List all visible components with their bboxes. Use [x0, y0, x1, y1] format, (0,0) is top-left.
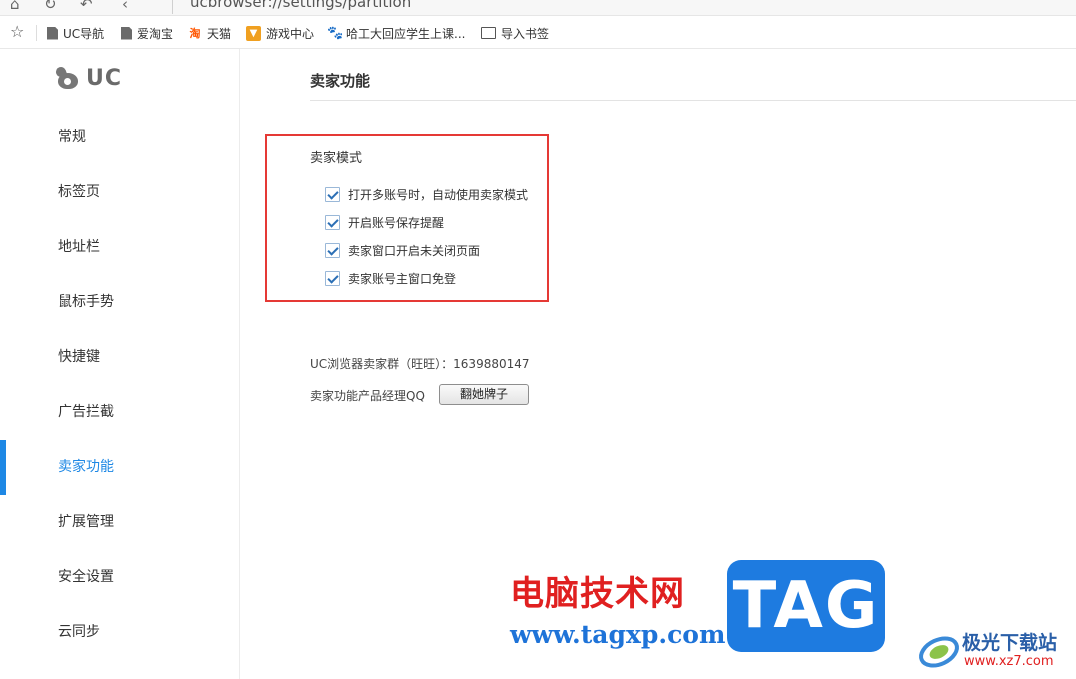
bookmark-tmall[interactable]: 淘 天猫 [188, 24, 232, 42]
bookmark-game-center[interactable]: ▼ 游戏中心 [246, 24, 314, 42]
seller-group-info: UC浏览器卖家群（旺旺）：1639880147 [310, 357, 530, 371]
sidebar-item-security[interactable]: 安全设置 [0, 550, 240, 605]
checkbox-checked[interactable] [325, 186, 340, 202]
bookmark-label: 导入书签 [501, 26, 550, 41]
taobao-icon: 淘 [189, 27, 201, 40]
option-label: 卖家窗口开启未关闭页面 [348, 243, 481, 258]
address-divider [172, 0, 173, 14]
watermark-tag-logo: TAG [727, 560, 885, 652]
import-icon [481, 27, 496, 39]
product-manager-label: 卖家功能产品经理QQ [310, 389, 425, 403]
title-divider [310, 100, 1076, 101]
seller-mode-title: 卖家模式 [310, 151, 363, 166]
bookmark-hit-news[interactable]: 🐾 哈工大回应学生上课... [327, 24, 465, 42]
option-label: 卖家账号主窗口免登 [348, 271, 457, 286]
bookmark-import[interactable]: 导入书签 [481, 24, 549, 42]
sidebar-item-extensions[interactable]: 扩展管理 [0, 495, 240, 550]
settings-sidebar: UC 常规 标签页 地址栏 鼠标手势 快捷键 广告拦截 卖家功能 扩展管理 安全… [0, 49, 240, 679]
bookmarks-divider [36, 25, 37, 41]
flip-button[interactable]: 翻她牌子 [439, 384, 529, 405]
bookmark-label: 游戏中心 [266, 26, 315, 41]
back-icon[interactable]: ‹ [122, 0, 128, 12]
game-icon: ▼ [246, 25, 261, 41]
sidebar-item-general[interactable]: 常规 [0, 110, 240, 165]
logo-text: UC [86, 65, 123, 91]
watermark-site2-url: www.xz7.com [964, 654, 1054, 669]
sidebar-item-cloud-sync[interactable]: 云同步 [0, 605, 240, 660]
watermark-site2-name: 极光下载站 [962, 632, 1058, 654]
url-field[interactable]: ucbrowser://settings/partition [190, 0, 411, 11]
bookmarks-bar: ☆ UC导航 爱淘宝 淘 天猫 ▼ 游戏中心 🐾 哈工大回应学生上课... 导入… [0, 17, 1076, 49]
refresh-icon[interactable]: ↻ [44, 0, 57, 12]
checkbox-checked[interactable] [325, 270, 340, 286]
page-title: 卖家功能 [310, 72, 371, 90]
sidebar-item-shortcuts[interactable]: 快捷键 [0, 330, 240, 385]
undo-icon[interactable]: ↶ [80, 0, 93, 12]
bookmark-label: 哈工大回应学生上课... [346, 26, 466, 41]
sidebar-item-ad-block[interactable]: 广告拦截 [0, 385, 240, 440]
page-icon [121, 26, 132, 40]
address-bar: ⌂ ↻ ↶ ‹ ucbrowser://settings/partition [0, 0, 1076, 16]
sidebar-item-tabs[interactable]: 标签页 [0, 165, 240, 220]
option-label: 开启账号保存提醒 [348, 215, 445, 230]
seller-mode-option-auto[interactable]: 打开多账号时，自动使用卖家模式 [325, 185, 528, 203]
bookmark-label: 爱淘宝 [137, 26, 174, 41]
bookmark-label: 天猫 [207, 26, 232, 41]
bookmark-uc-nav[interactable]: UC导航 [47, 24, 104, 42]
sidebar-item-mouse-gestures[interactable]: 鼠标手势 [0, 275, 240, 330]
aurora-logo-icon [919, 636, 959, 668]
home-icon[interactable]: ⌂ [10, 0, 20, 12]
checkbox-checked[interactable] [325, 242, 340, 258]
baidu-paw-icon: 🐾 [327, 25, 344, 41]
seller-mode-option-save-reminder[interactable]: 开启账号保存提醒 [325, 213, 444, 231]
bookmark-aitaobao[interactable]: 爱淘宝 [121, 24, 173, 42]
watermark-site-url: www.tagxp.com [510, 620, 726, 649]
sidebar-item-address-bar[interactable]: 地址栏 [0, 220, 240, 275]
page-icon [47, 26, 58, 40]
uc-logo: UC [54, 65, 122, 91]
watermark-site-name: 电脑技术网 [510, 574, 685, 614]
sidebar-item-seller[interactable]: 卖家功能 [0, 440, 240, 495]
option-label: 打开多账号时，自动使用卖家模式 [348, 187, 529, 202]
seller-mode-option-no-login[interactable]: 卖家账号主窗口免登 [325, 269, 456, 287]
bookmark-label: UC导航 [63, 26, 105, 41]
uc-squirrel-icon [54, 65, 82, 91]
star-icon[interactable]: ☆ [10, 23, 24, 41]
checkbox-checked[interactable] [325, 214, 340, 230]
seller-mode-option-restore-pages[interactable]: 卖家窗口开启未关闭页面 [325, 241, 480, 259]
